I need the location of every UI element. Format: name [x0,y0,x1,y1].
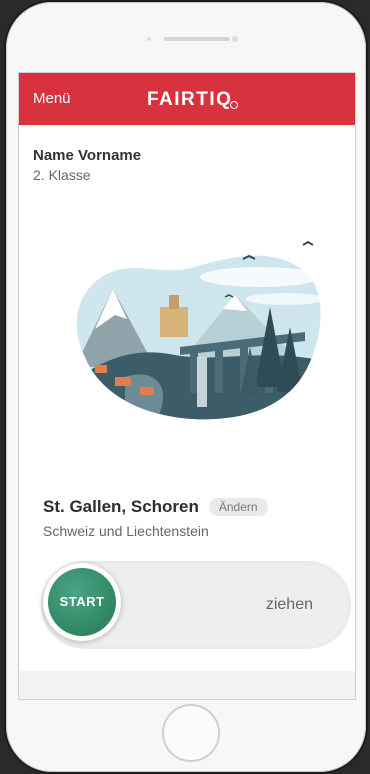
region-label: Schweiz und Liechtenstein [43,523,209,539]
app-screen: Menü FAIRTIQ Name Vorname 2. Klasse St. … [18,72,356,700]
brand-mark-icon [230,101,239,109]
start-slider-track[interactable]: ziehen START [41,561,351,649]
travel-class: 2. Klasse [33,167,91,183]
change-location-button[interactable]: Ändern [208,498,268,516]
house-roof [115,377,131,386]
brand-logo: FAIRTIQ [147,73,239,125]
slide-hint: ziehen [265,596,313,613]
castle [160,307,188,337]
station-name: St. Gallen, Schoren [43,497,199,516]
bottom-band [19,671,355,699]
home-button[interactable] [162,704,220,762]
menu-button[interactable]: Menü [33,73,71,125]
navbar-shadow [19,125,355,128]
cloud [200,267,320,287]
castle-tower [169,295,179,309]
speaker-grille [164,37,230,41]
landscape-illustration [76,240,321,420]
location-row: St. Gallen, Schoren Ändern [43,497,268,517]
camera-dot [147,37,151,41]
top-navbar: Menü FAIRTIQ [19,73,355,125]
cloud [245,293,321,305]
start-button-label: START [48,568,116,636]
waterfall [197,357,207,407]
user-name: Name Vorname [33,147,142,164]
phone-frame: Menü FAIRTIQ Name Vorname 2. Klasse St. … [6,2,366,772]
house-roof [95,365,107,373]
front-camera [232,36,238,42]
start-slider-handle[interactable]: START [43,563,121,641]
house-roof [140,387,154,395]
brand-name: FAIRTIQ [147,89,233,110]
bird-icon [302,240,314,246]
